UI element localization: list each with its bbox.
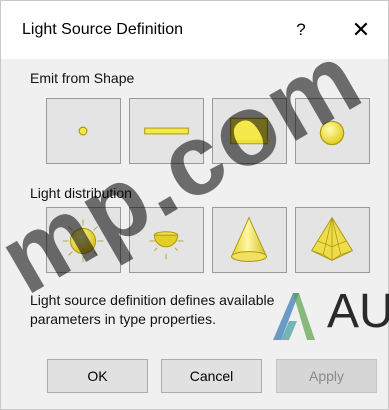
- emit-rectangle-button[interactable]: [212, 98, 287, 164]
- title-bar: Light Source Definition ? ✕: [1, 1, 388, 59]
- cancel-button[interactable]: Cancel: [161, 359, 262, 393]
- light-source-definition-dialog: Light Source Definition ? ✕ Emit from Sh…: [0, 0, 389, 410]
- light-distribution-label: Light distribution: [30, 185, 132, 201]
- spot-distribution-icon: [231, 216, 267, 262]
- hemispherical-distribution-button[interactable]: [129, 207, 204, 273]
- emit-from-shape-label: Emit from Shape: [30, 70, 135, 86]
- spherical-distribution-button[interactable]: [46, 207, 121, 273]
- line-shape-icon: [144, 127, 189, 135]
- watermark-brand-text: AU: [327, 285, 389, 338]
- emit-point-button[interactable]: [46, 98, 121, 164]
- point-shape-icon: [78, 126, 88, 136]
- rectangle-shape-icon: [230, 117, 272, 145]
- close-button[interactable]: ✕: [347, 16, 375, 44]
- emit-line-button[interactable]: [129, 98, 204, 164]
- photometric-web-distribution-icon: [310, 216, 354, 261]
- ok-button[interactable]: OK: [47, 359, 148, 393]
- spherical-distribution-icon: [62, 219, 104, 263]
- hemispherical-distribution-icon: [149, 231, 184, 260]
- apply-button[interactable]: Apply: [276, 359, 377, 393]
- help-button[interactable]: ?: [287, 17, 315, 43]
- spot-distribution-button[interactable]: [212, 207, 287, 273]
- circle-shape-icon: [319, 120, 345, 146]
- autodesk-logo-icon: [273, 293, 315, 340]
- emit-circle-button[interactable]: [295, 98, 370, 164]
- dialog-title: Light Source Definition: [22, 21, 183, 38]
- photometric-web-distribution-button[interactable]: [295, 207, 370, 273]
